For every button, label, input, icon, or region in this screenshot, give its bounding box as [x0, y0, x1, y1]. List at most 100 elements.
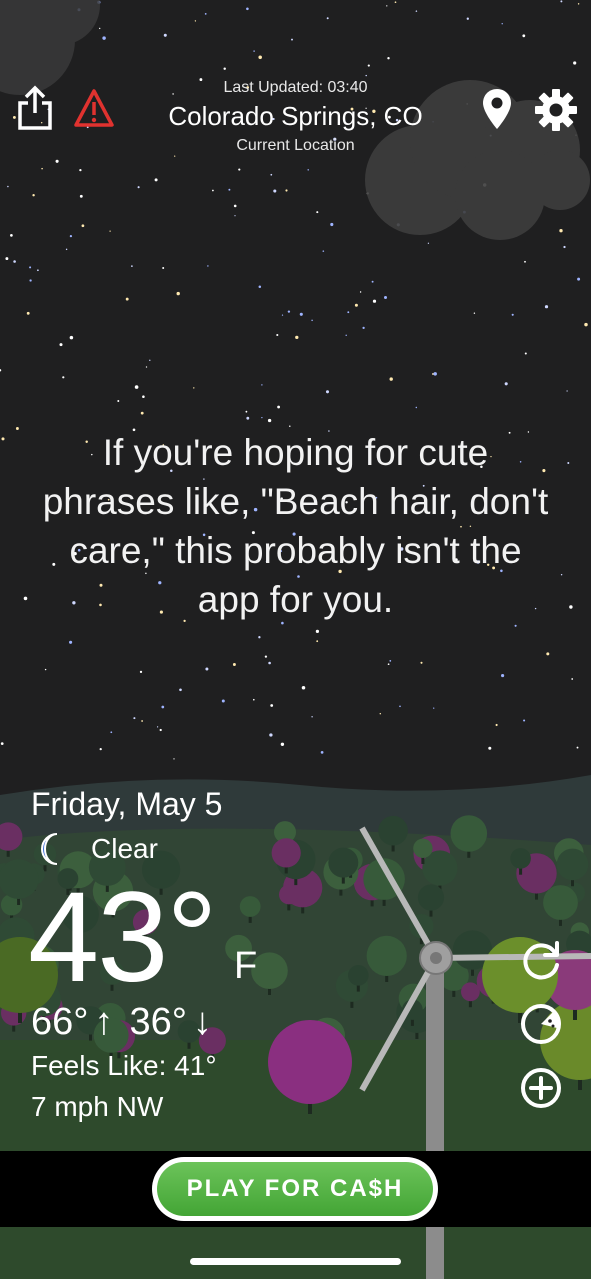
star [161, 705, 165, 709]
star [311, 716, 313, 718]
radar-button[interactable] [518, 1001, 564, 1047]
star [264, 655, 268, 658]
star [228, 188, 231, 191]
settings-button[interactable] [532, 86, 580, 134]
star [427, 242, 430, 244]
star [13, 260, 16, 263]
star [32, 194, 35, 197]
star [466, 17, 469, 20]
star [253, 698, 255, 701]
star [0, 742, 4, 745]
radar-icon [521, 1004, 561, 1044]
star [291, 38, 293, 41]
star [371, 280, 374, 283]
star [433, 707, 435, 709]
star [145, 366, 148, 368]
star [379, 712, 382, 715]
star [389, 377, 393, 381]
star [246, 416, 250, 420]
star [295, 335, 299, 340]
star [179, 688, 182, 692]
add-circle-icon [521, 1068, 561, 1108]
star [576, 746, 579, 749]
star [99, 27, 101, 30]
tree [556, 848, 589, 881]
star [258, 285, 262, 288]
tree [543, 885, 578, 920]
tree [328, 847, 359, 878]
star [23, 596, 28, 601]
star [354, 303, 358, 307]
star [504, 382, 508, 386]
star [384, 296, 387, 299]
star [41, 167, 43, 170]
star [316, 211, 319, 214]
star [315, 629, 320, 634]
star [273, 189, 277, 193]
star [176, 291, 180, 296]
star [102, 36, 106, 40]
star [277, 405, 281, 409]
star [415, 406, 418, 409]
star [133, 717, 136, 720]
star [69, 335, 74, 340]
star [577, 277, 581, 281]
star [514, 624, 517, 627]
star [109, 230, 111, 232]
star [420, 661, 423, 664]
star [212, 189, 214, 192]
feels-like: Feels Like: 41° [31, 1050, 217, 1081]
star [29, 266, 32, 269]
star [560, 0, 563, 3]
star [245, 410, 248, 413]
star [524, 260, 526, 263]
star [131, 265, 133, 267]
star [79, 168, 82, 172]
star [322, 250, 325, 252]
home-indicator[interactable] [190, 1258, 401, 1265]
star [280, 742, 285, 746]
star [44, 668, 47, 671]
star [367, 64, 370, 67]
star [253, 50, 255, 52]
down-arrow-icon: ↓ [192, 1001, 212, 1043]
star [207, 265, 209, 267]
star [159, 728, 162, 732]
star [285, 189, 288, 192]
star [311, 319, 313, 322]
star [359, 291, 362, 293]
snarky-phrase: If you're hoping for cute phrases like, … [42, 432, 549, 620]
star [270, 173, 273, 176]
star [37, 269, 39, 272]
star [495, 723, 498, 727]
star [563, 245, 566, 249]
star [511, 313, 514, 316]
add-location-button[interactable] [518, 1065, 564, 1111]
up-arrow-icon: ↑ [94, 1001, 114, 1043]
play-for-cash-label: PLAY FOR CA$H [157, 1162, 433, 1216]
star [233, 204, 237, 208]
star [276, 333, 279, 337]
star [473, 312, 476, 314]
star [221, 699, 225, 703]
star [137, 186, 140, 189]
star [110, 731, 113, 734]
location-button[interactable] [478, 86, 516, 132]
star [142, 395, 145, 398]
high-temp: 66° [31, 1001, 89, 1043]
refresh-button[interactable] [518, 938, 564, 984]
star [299, 312, 303, 316]
star [307, 169, 309, 171]
star [326, 17, 329, 20]
star [270, 704, 274, 707]
star [269, 733, 273, 737]
star [287, 310, 291, 313]
high-low-temps: 66° ↑ 36° ↓ [31, 1001, 222, 1044]
play-for-cash-button[interactable]: PLAY FOR CA$H [152, 1157, 438, 1221]
star [79, 194, 83, 198]
star [69, 234, 73, 238]
star [149, 359, 151, 362]
tree [413, 838, 433, 858]
star [205, 667, 209, 671]
star [162, 267, 165, 269]
